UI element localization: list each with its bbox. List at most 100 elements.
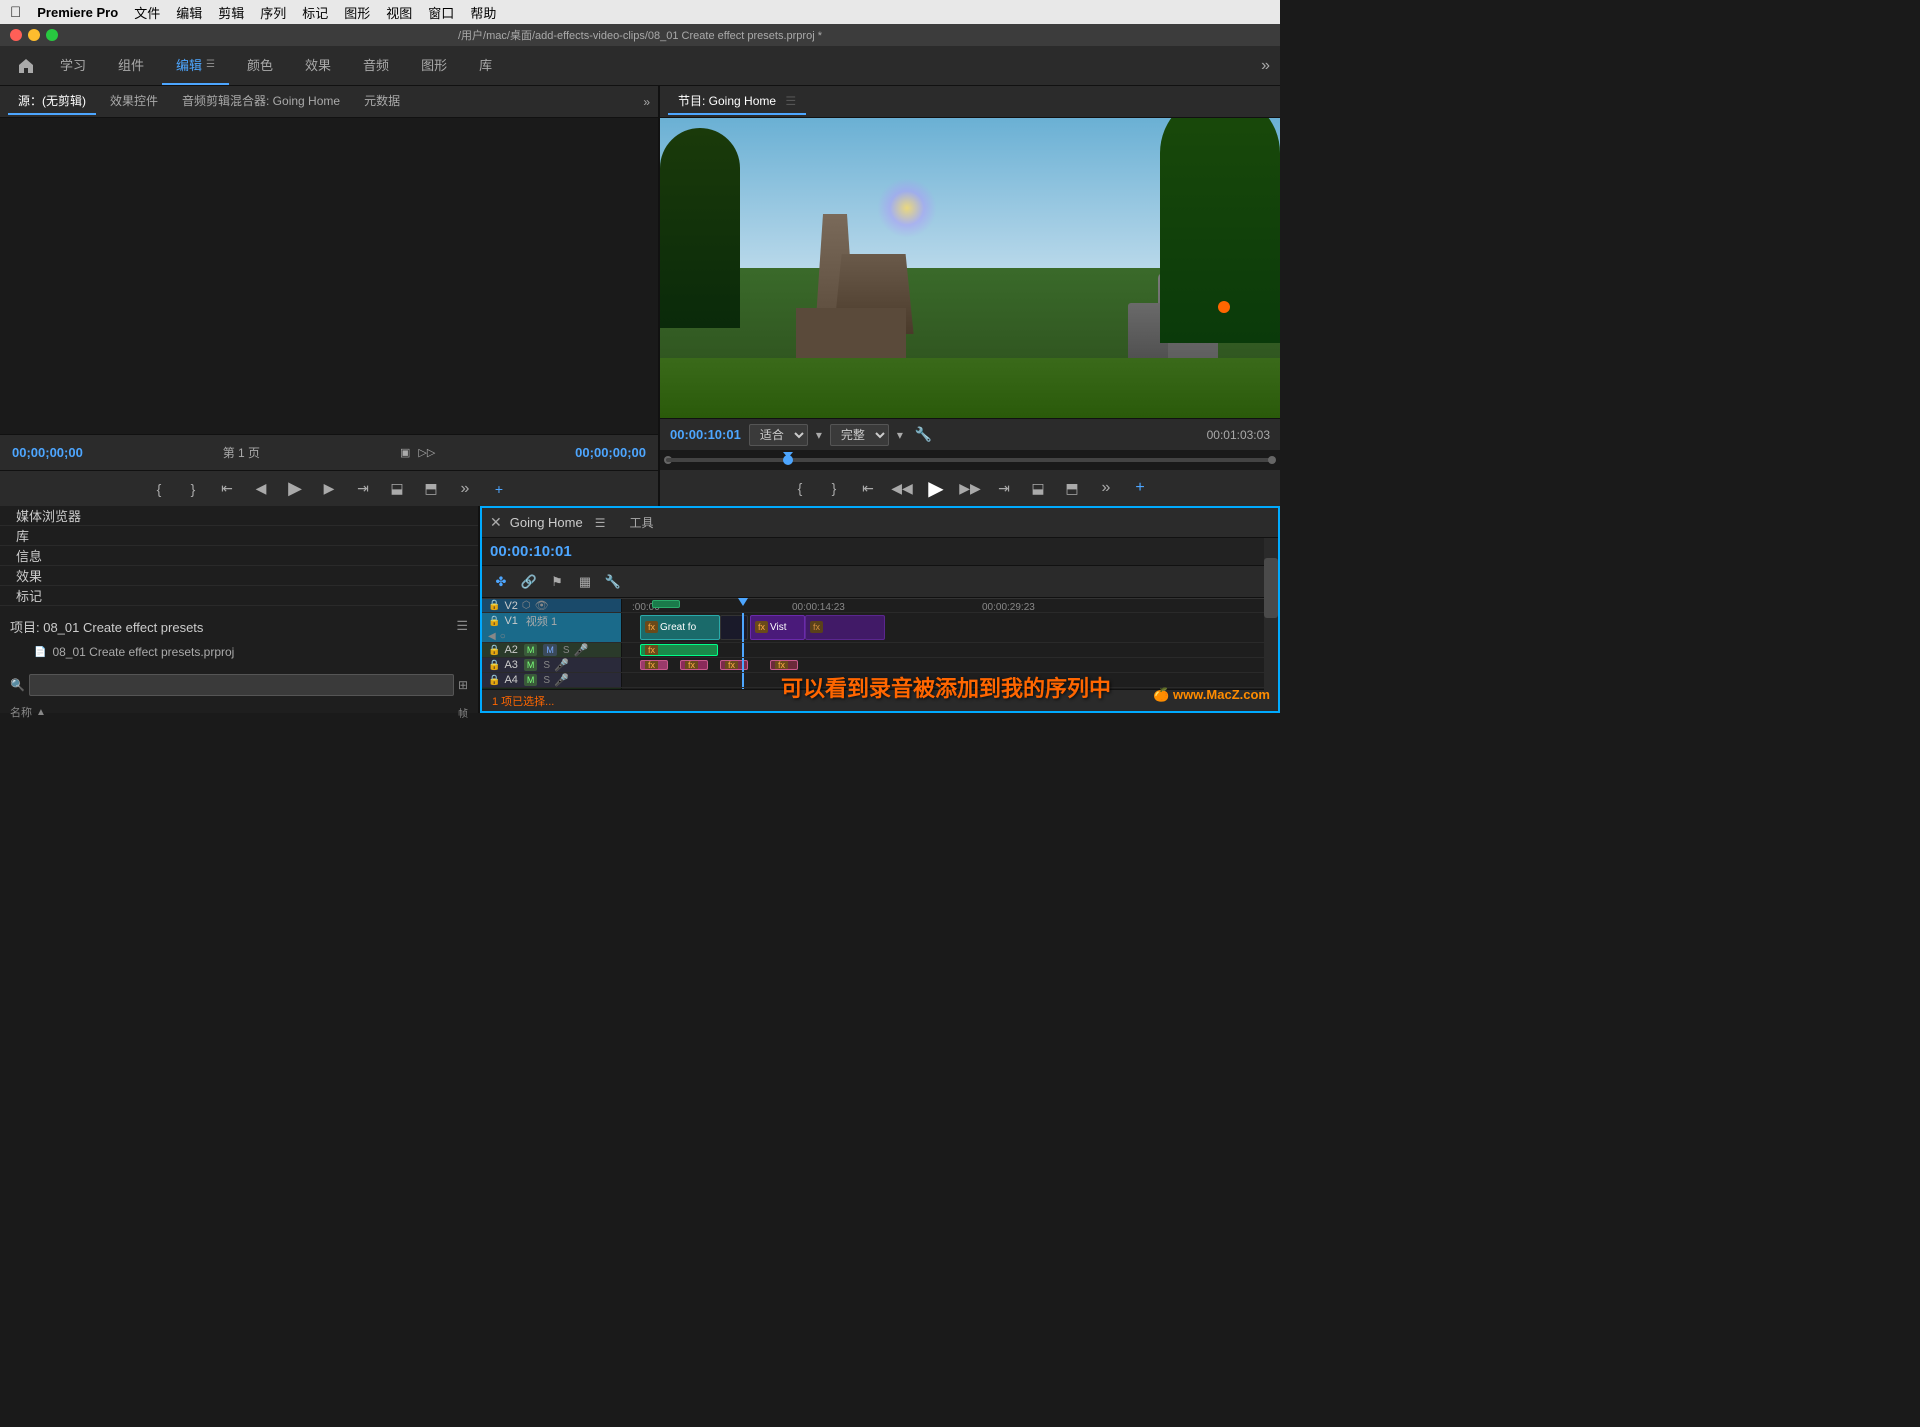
home-button[interactable] xyxy=(10,50,42,82)
btn-prog-lift[interactable]: ⬓ xyxy=(1027,477,1049,499)
menu-marker[interactable]: 标记 xyxy=(302,3,328,22)
clip-a3-2[interactable]: fx xyxy=(680,660,708,670)
menu-window[interactable]: 窗口 xyxy=(428,3,454,22)
v2-sync-icon[interactable]: ⬡ xyxy=(522,600,531,611)
btn-prog-extract[interactable]: ⬒ xyxy=(1061,477,1083,499)
timeline-track[interactable] xyxy=(666,458,1274,462)
tl-add-marker-btn[interactable]: ⚑ xyxy=(546,571,568,593)
sort-icon[interactable]: ▲ xyxy=(36,707,46,718)
sidebar-item-media-browser[interactable]: 媒体浏览器 xyxy=(0,506,478,526)
tab-effect-controls[interactable]: 效果控件 xyxy=(100,88,168,115)
clip-a3-4[interactable]: fx xyxy=(770,660,798,670)
menu-graphics[interactable]: 图形 xyxy=(344,3,370,22)
fit-select[interactable]: 适合 xyxy=(749,424,808,446)
minimize-button[interactable] xyxy=(28,29,40,41)
btn-prog-more[interactable]: » xyxy=(1095,477,1117,499)
tab-color[interactable]: 颜色 xyxy=(233,46,287,85)
sidebar-item-library[interactable]: 库 xyxy=(0,526,478,546)
btn-step-forward[interactable]: ▶ xyxy=(318,478,340,500)
a2-lock-icon[interactable]: 🔒 xyxy=(488,645,500,656)
clip-a3-1[interactable]: fx xyxy=(640,660,668,670)
tab-effects[interactable]: 效果 xyxy=(291,46,345,85)
source-page-next[interactable]: ▷▷ xyxy=(418,446,435,459)
menu-help[interactable]: 帮助 xyxy=(470,3,496,22)
tab-learn[interactable]: 学习 xyxy=(46,46,100,85)
timeline-scrollbar[interactable] xyxy=(1264,598,1278,689)
tab-assembly[interactable]: 组件 xyxy=(104,46,158,85)
timeline-menu-icon[interactable]: ☰ xyxy=(595,516,606,530)
track-content-a2[interactable]: fx xyxy=(622,643,1278,657)
tab-source[interactable]: 源：(无剪辑) xyxy=(8,88,96,115)
btn-step-back[interactable]: ◀ xyxy=(250,478,272,500)
tab-program[interactable]: 节目: Going Home ☰ xyxy=(668,88,806,115)
tools-tab[interactable]: 工具 xyxy=(629,514,653,531)
track-content-a3[interactable]: fx fx fx fx xyxy=(622,658,1278,672)
menu-clip[interactable]: 剪辑 xyxy=(218,3,244,22)
quality-select[interactable]: 完整 xyxy=(830,424,889,446)
apple-icon[interactable]:  xyxy=(10,4,21,21)
btn-prog-step-back[interactable]: ◀◀ xyxy=(891,477,913,499)
v1-prev-icon[interactable]: ◀ xyxy=(488,631,496,642)
v2-eye-icon[interactable]: 👁 xyxy=(535,599,549,612)
btn-insert[interactable]: ⬓ xyxy=(386,478,408,500)
timeline-close-icon[interactable]: ✕ xyxy=(490,514,502,531)
btn-prog-add[interactable]: + xyxy=(1129,477,1151,499)
project-file-item[interactable]: 📄 08_01 Create effect presets.prproj xyxy=(10,640,468,664)
close-button[interactable] xyxy=(10,29,22,41)
btn-overwrite[interactable]: ⬒ xyxy=(420,478,442,500)
clip-a2-audio[interactable]: fx xyxy=(640,644,718,655)
fit-dropdown-arrow[interactable]: ▾ xyxy=(816,428,822,442)
btn-go-out[interactable]: ⇥ xyxy=(352,478,374,500)
v1-loop-icon[interactable]: ○ xyxy=(500,631,506,642)
clip-v2-1[interactable] xyxy=(652,600,680,608)
tl-insert-btn[interactable]: ▦ xyxy=(574,571,596,593)
workspace-more[interactable]: » xyxy=(1261,57,1270,75)
track-content-v2[interactable] xyxy=(622,599,1278,612)
clip-v1-dark[interactable] xyxy=(720,615,748,640)
sidebar-item-info[interactable]: 信息 xyxy=(0,546,478,566)
btn-mark-out[interactable]: } xyxy=(182,478,204,500)
maximize-button[interactable] xyxy=(46,29,58,41)
search-filter-icon[interactable]: ⊞ xyxy=(458,678,468,692)
tab-audio-mixer[interactable]: 音频剪辑混合器: Going Home xyxy=(172,88,350,115)
source-panel-more[interactable]: » xyxy=(643,95,650,109)
menu-sequence[interactable]: 序列 xyxy=(260,3,286,22)
tl-link-btn[interactable]: 🔗 xyxy=(518,571,540,593)
btn-more-transport[interactable]: » xyxy=(454,478,476,500)
btn-prog-mark-out[interactable]: } xyxy=(823,477,845,499)
btn-prog-mark-in[interactable]: { xyxy=(789,477,811,499)
clip-v1-vist[interactable]: fx Vist xyxy=(750,615,805,640)
tab-metadata[interactable]: 元数据 xyxy=(354,88,410,115)
project-menu[interactable]: ☰ xyxy=(456,618,468,634)
tl-track-type-btn[interactable]: 🔧 xyxy=(602,571,624,593)
v1-lock-icon[interactable]: 🔒 xyxy=(488,616,500,627)
v2-lock-icon[interactable]: 🔒 xyxy=(488,600,500,611)
btn-prog-step-forward[interactable]: ▶▶ xyxy=(959,477,981,499)
scrollbar-thumb[interactable] xyxy=(1264,598,1278,618)
menu-file[interactable]: 文件 xyxy=(134,3,160,22)
btn-mark-in[interactable]: { xyxy=(148,478,170,500)
search-input[interactable] xyxy=(29,674,454,696)
timeline-tab-title[interactable]: Going Home xyxy=(510,515,583,530)
menu-edit[interactable]: 编辑 xyxy=(176,3,202,22)
sidebar-item-markers[interactable]: 标记 xyxy=(0,586,478,606)
track-content-v1[interactable]: fx Great fo fx Vist fx xyxy=(622,613,1278,642)
menu-view[interactable]: 视图 xyxy=(386,3,412,22)
quality-dropdown-arrow[interactable]: ▾ xyxy=(897,428,903,442)
btn-go-in[interactable]: ⇤ xyxy=(216,478,238,500)
tl-snap-btn[interactable]: ✤ xyxy=(490,571,512,593)
btn-prog-go-out[interactable]: ⇥ xyxy=(993,477,1015,499)
btn-prog-play[interactable]: ▶ xyxy=(925,477,947,499)
btn-prog-go-in[interactable]: ⇤ xyxy=(857,477,879,499)
sidebar-item-effects[interactable]: 效果 xyxy=(0,566,478,586)
clip-v1-purple2[interactable]: fx xyxy=(805,615,885,640)
settings-icon[interactable]: 🔧 xyxy=(915,426,932,443)
tab-library[interactable]: 库 xyxy=(465,46,506,85)
btn-play[interactable]: ▶ xyxy=(284,478,306,500)
clip-v1-great-fo[interactable]: fx Great fo xyxy=(640,615,720,640)
a4-lock-icon[interactable]: 🔒 xyxy=(488,675,500,686)
a3-lock-icon[interactable]: 🔒 xyxy=(488,660,500,671)
clip-a3-3[interactable]: fx xyxy=(720,660,748,670)
tab-graphics[interactable]: 图形 xyxy=(407,46,461,85)
tab-audio[interactable]: 音频 xyxy=(349,46,403,85)
